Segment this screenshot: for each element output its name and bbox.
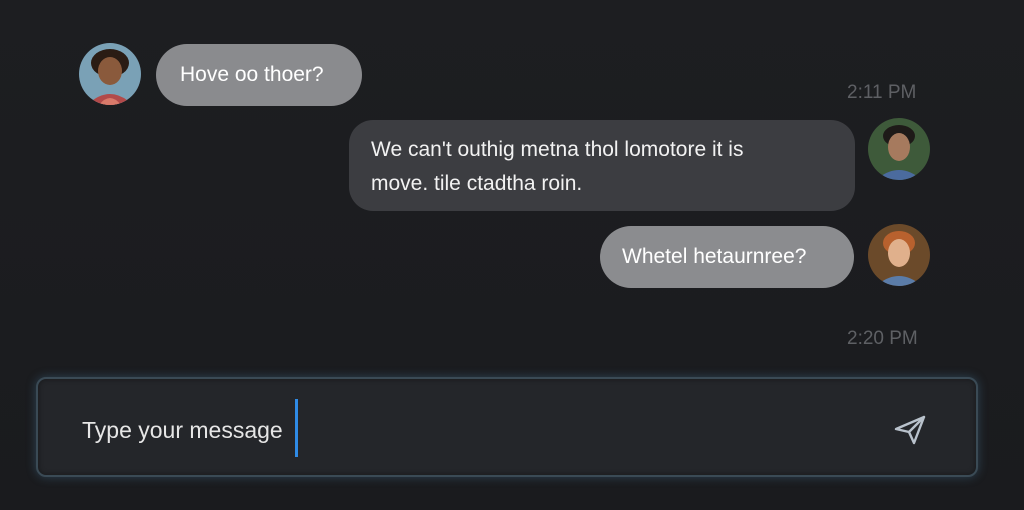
avatar-image	[868, 224, 930, 286]
message-text: Whetel hetaurnree?	[622, 245, 807, 268]
send-icon	[894, 415, 926, 445]
user-avatar[interactable]	[868, 118, 930, 180]
message-text-line: move. tile ctadtha roin.	[371, 172, 583, 195]
text-caret	[295, 399, 298, 457]
timestamp: 2:20 PM	[847, 328, 918, 349]
avatar-image	[79, 43, 141, 105]
message-bubble-outgoing[interactable]: Whetel hetaurnree?	[600, 226, 854, 288]
message-input[interactable]: Type your message	[82, 415, 283, 445]
user-avatar[interactable]	[868, 224, 930, 286]
message-composer[interactable]: Type your message	[36, 377, 978, 477]
avatar-image	[868, 118, 930, 180]
timestamp: 2:11 PM	[847, 82, 917, 103]
contact-avatar[interactable]	[79, 43, 141, 105]
chat-window: Hove oo thoer? 2:11 PM We can't outhig m…	[0, 0, 1024, 510]
message-bubble-incoming[interactable]: Hove oo thoer?	[156, 44, 362, 106]
message-text: Hove oo thoer?	[180, 63, 324, 86]
message-text-line: We can't outhig metna thol lomotore it i…	[371, 138, 744, 161]
send-button[interactable]	[888, 409, 932, 449]
message-bubble-outgoing[interactable]: We can't outhig metna thol lomotore it i…	[349, 120, 855, 211]
